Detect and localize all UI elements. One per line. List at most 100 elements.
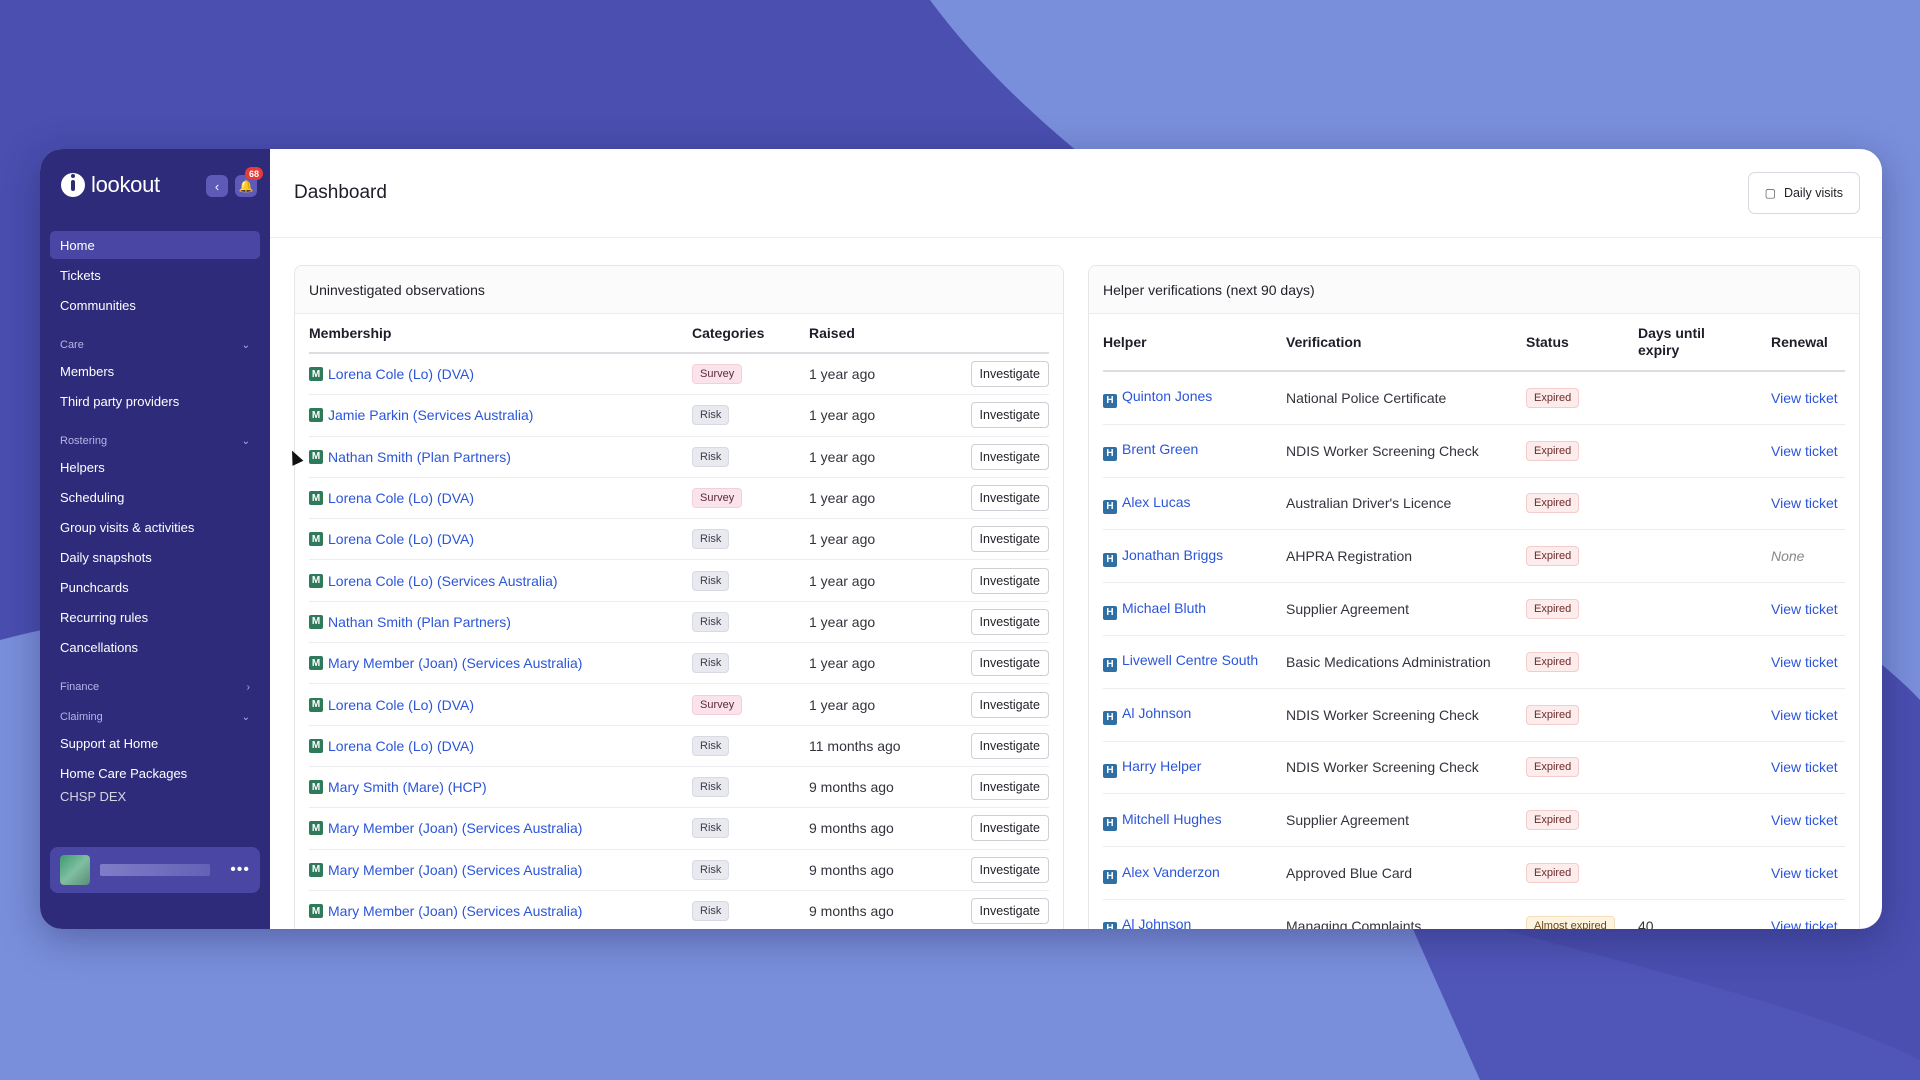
- view-ticket-link[interactable]: View ticket: [1771, 443, 1838, 459]
- helper-link[interactable]: H Jonathan Briggs: [1103, 547, 1223, 567]
- investigate-button[interactable]: Investigate: [970, 732, 1049, 759]
- member-link[interactable]: M Nathan Smith (Plan Partners): [309, 449, 692, 465]
- view-ticket-link[interactable]: View ticket: [1771, 390, 1838, 406]
- helper-link[interactable]: H Alex Lucas: [1103, 494, 1190, 514]
- renewal-cell: View ticket: [1771, 706, 1845, 724]
- helper-link[interactable]: H Harry Helper: [1103, 758, 1201, 778]
- helper-name: Al Johnson: [1122, 916, 1192, 929]
- sidebar-item-cancellations[interactable]: Cancellations: [50, 633, 260, 661]
- sidebar-item-daily-snapshots[interactable]: Daily snapshots: [50, 543, 260, 571]
- helper-name: Alex Vanderzon: [1122, 863, 1220, 880]
- user-profile-card[interactable]: •••: [50, 847, 260, 893]
- investigate-button[interactable]: Investigate: [970, 650, 1049, 677]
- sidebar-item-home[interactable]: Home: [50, 231, 260, 259]
- helper-link[interactable]: H Mitchell Hughes: [1103, 810, 1222, 831]
- investigate-button[interactable]: Investigate: [970, 691, 1049, 718]
- sidebar-item-communities[interactable]: Communities: [50, 291, 260, 319]
- member-icon: M: [309, 532, 323, 547]
- helper-link[interactable]: H Alex Vanderzon: [1103, 863, 1220, 884]
- investigate-button[interactable]: Investigate: [970, 485, 1049, 512]
- logo[interactable]: lookout ‹ 🔔 68: [40, 149, 270, 221]
- raised-cell: 1 year ago: [809, 531, 876, 548]
- member-link[interactable]: M Mary Smith (Mare) (HCP): [309, 779, 692, 795]
- member-link[interactable]: M Mary Member (Joan) (Services Australia): [309, 862, 692, 878]
- sidebar-item-scheduling[interactable]: Scheduling: [50, 483, 260, 511]
- sidebar-section-finance[interactable]: Finance ›: [50, 675, 260, 699]
- status-badge: Expired: [1526, 440, 1580, 461]
- member-link[interactable]: M Lorena Cole (Lo) (DVA): [309, 490, 692, 506]
- helper-link[interactable]: H Livewell Centre South: [1103, 652, 1258, 673]
- view-ticket-link[interactable]: View ticket: [1771, 759, 1838, 775]
- member-link[interactable]: M Nathan Smith (Plan Partners): [309, 614, 692, 630]
- view-ticket-link[interactable]: View ticket: [1771, 601, 1838, 617]
- member-link[interactable]: M Lorena Cole (Lo) (DVA): [309, 531, 692, 547]
- member-link[interactable]: M Mary Member (Joan) (Services Australia): [309, 820, 692, 836]
- investigate-button[interactable]: Investigate: [970, 856, 1049, 883]
- collapse-sidebar-button[interactable]: ‹: [206, 175, 228, 197]
- status-cell: Expired: [1526, 651, 1638, 672]
- membership-cell: M Mary Member (Joan) (Services Australia): [309, 862, 692, 878]
- status-cell: Expired: [1526, 546, 1638, 567]
- verification-cell: Managing Complaints: [1286, 917, 1422, 929]
- member-link[interactable]: M Lorena Cole (Lo) (DVA): [309, 738, 692, 754]
- investigate-button[interactable]: Investigate: [970, 443, 1049, 470]
- daily-visits-label: Daily visits: [1783, 186, 1843, 200]
- member-link[interactable]: M Lorena Cole (Lo) (DVA): [309, 697, 692, 713]
- category-badge: Risk: [692, 818, 730, 839]
- helper-icon: H: [1103, 922, 1117, 929]
- investigate-button[interactable]: Investigate: [970, 526, 1049, 553]
- sidebar-item-recurring-rules[interactable]: Recurring rules: [50, 603, 260, 631]
- member-link[interactable]: M Mary Member (Joan) (Services Australia): [309, 655, 692, 671]
- sidebar-section-rostering[interactable]: Rostering ⌄: [50, 429, 260, 453]
- main-content: Dashboard ▢ Daily visits Uninvestigated …: [270, 149, 1882, 929]
- sidebar-section-claiming[interactable]: Claiming ⌄: [50, 705, 260, 729]
- renewal-cell: View ticket: [1771, 600, 1845, 618]
- view-ticket-link[interactable]: View ticket: [1771, 812, 1838, 828]
- member-link[interactable]: M Lorena Cole (Lo) (DVA): [309, 366, 692, 382]
- member-name: Lorena Cole (Lo) (DVA): [328, 696, 475, 713]
- action-cell: Investigate: [965, 443, 1049, 470]
- daily-visits-button[interactable]: ▢ Daily visits: [1747, 172, 1860, 214]
- sidebar-item-helpers[interactable]: Helpers: [50, 453, 260, 481]
- investigate-button[interactable]: Investigate: [970, 608, 1049, 635]
- helper-link[interactable]: H Michael Bluth: [1103, 600, 1206, 620]
- investigate-button[interactable]: Investigate: [970, 815, 1049, 842]
- more-options-icon[interactable]: •••: [230, 861, 250, 879]
- sidebar-item-home-care-packages[interactable]: Home Care Packages: [50, 759, 260, 787]
- helper-name: Al Johnson: [1122, 705, 1192, 722]
- view-ticket-link[interactable]: View ticket: [1771, 495, 1838, 511]
- investigate-button[interactable]: Investigate: [970, 361, 1049, 388]
- sidebar-item-tickets[interactable]: Tickets: [50, 261, 260, 289]
- categories-cell: Risk: [692, 859, 809, 880]
- sidebar-item-group-visits[interactable]: Group visits & activities: [50, 513, 260, 541]
- view-ticket-link[interactable]: View ticket: [1771, 918, 1838, 929]
- member-link[interactable]: M Mary Member (Joan) (Services Australia): [309, 903, 692, 919]
- sidebar-item-support-at-home[interactable]: Support at Home: [50, 729, 260, 757]
- view-ticket-link[interactable]: View ticket: [1771, 707, 1838, 723]
- action-cell: Investigate: [965, 774, 1049, 801]
- member-name: Lorena Cole (Lo) (DVA): [328, 531, 475, 548]
- sidebar-item-punchcards[interactable]: Punchcards: [50, 573, 260, 601]
- renewal-cell: View ticket: [1771, 389, 1845, 407]
- view-ticket-link[interactable]: View ticket: [1771, 654, 1838, 670]
- view-ticket-link[interactable]: View ticket: [1771, 865, 1838, 881]
- helper-name: Mitchell Hughes: [1122, 810, 1222, 827]
- sidebar-item-chsp-dex[interactable]: CHSP DEX: [50, 789, 260, 801]
- investigate-button[interactable]: Investigate: [970, 774, 1049, 801]
- helper-link[interactable]: H Brent Green: [1103, 441, 1198, 462]
- category-badge: Risk: [692, 777, 730, 798]
- helper-link[interactable]: H Al Johnson: [1103, 916, 1191, 929]
- member-link[interactable]: M Lorena Cole (Lo) (Services Australia): [309, 573, 692, 589]
- status-cell: Almost expired: [1526, 915, 1638, 929]
- observations-table-header: Membership Categories Raised: [309, 314, 1049, 354]
- sidebar-item-members[interactable]: Members: [50, 357, 260, 385]
- page-header: Dashboard: [270, 149, 1882, 238]
- investigate-button[interactable]: Investigate: [970, 567, 1049, 594]
- investigate-button[interactable]: Investigate: [970, 402, 1049, 429]
- sidebar-item-third-party-providers[interactable]: Third party providers: [50, 387, 260, 415]
- helper-link[interactable]: H Al Johnson: [1103, 705, 1192, 726]
- sidebar-section-care[interactable]: Care ⌄: [50, 333, 260, 357]
- member-link[interactable]: M Jamie Parkin (Services Australia): [309, 407, 692, 423]
- investigate-button[interactable]: Investigate: [970, 898, 1049, 924]
- helper-link[interactable]: H Quinton Jones: [1103, 388, 1212, 409]
